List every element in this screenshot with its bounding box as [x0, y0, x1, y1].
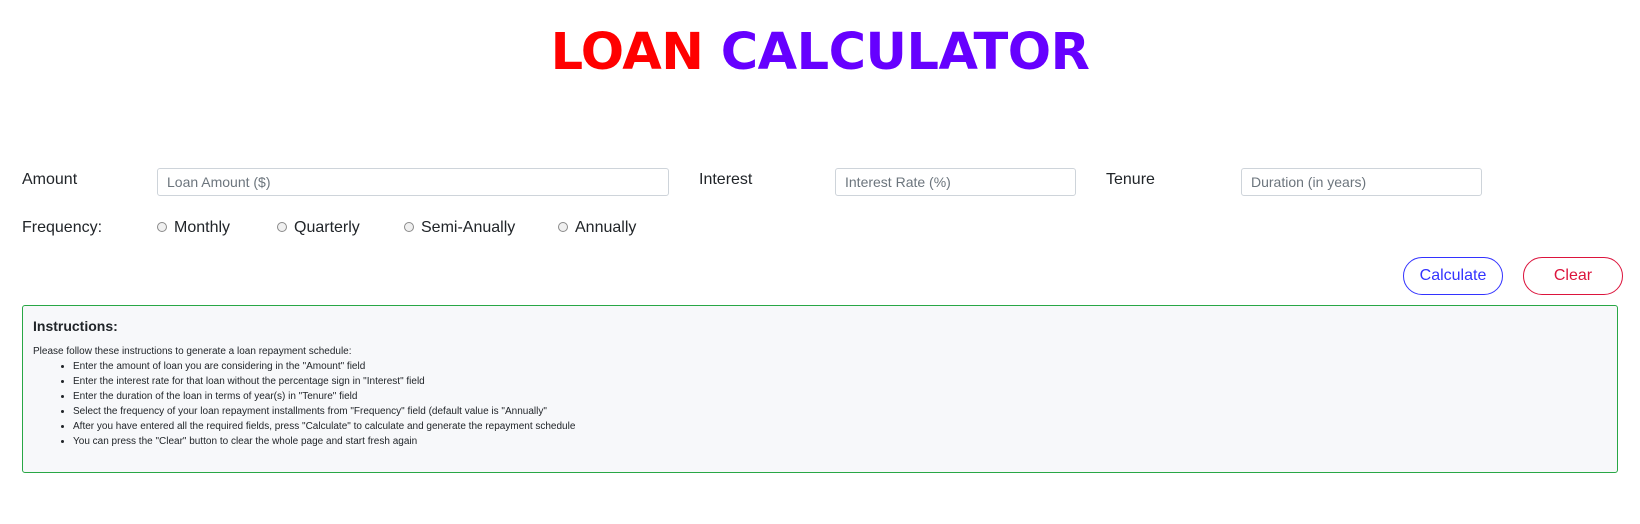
clear-button[interactable]: Clear: [1523, 257, 1623, 295]
page-title: LOAN CALCULATOR: [0, 22, 1640, 84]
list-item: After you have entered all the required …: [73, 419, 1607, 434]
radio-button-icon[interactable]: [558, 221, 568, 232]
amount-input[interactable]: [157, 168, 669, 196]
frequency-label: Frequency:: [22, 219, 103, 236]
radio-monthly-label: Monthly: [174, 219, 231, 236]
instructions-list: Enter the amount of loan you are conside…: [33, 359, 1607, 449]
tenure-label: Tenure: [1106, 171, 1155, 188]
tenure-input[interactable]: [1241, 168, 1482, 196]
interest-label: Interest: [699, 171, 753, 188]
interest-input[interactable]: [835, 168, 1076, 196]
list-item: Enter the interest rate for that loan wi…: [73, 374, 1607, 389]
radio-quarterly-label: Quarterly: [294, 219, 360, 236]
radio-button-icon[interactable]: [404, 221, 414, 232]
radio-button-icon[interactable]: [277, 221, 287, 232]
radio-monthly[interactable]: Monthly: [157, 218, 230, 238]
radio-semi-anually[interactable]: Semi-Anually: [404, 218, 515, 238]
calculate-button[interactable]: Calculate: [1403, 257, 1503, 295]
instructions-heading: Instructions:: [33, 318, 118, 334]
title-word-calculator: CALCULATOR: [720, 23, 1090, 82]
radio-annually[interactable]: Annually: [558, 218, 636, 238]
title-word-loan: LOAN: [550, 23, 704, 82]
radio-semi-anually-label: Semi-Anually: [421, 219, 516, 236]
radio-quarterly[interactable]: Quarterly: [277, 218, 360, 238]
list-item: You can press the "Clear" button to clea…: [73, 434, 1607, 449]
radio-annually-label: Annually: [575, 219, 637, 236]
list-item: Enter the amount of loan you are conside…: [73, 359, 1607, 374]
instructions-panel: Instructions: Please follow these instru…: [22, 305, 1618, 473]
amount-label: Amount: [22, 171, 78, 188]
list-item: Enter the duration of the loan in terms …: [73, 389, 1607, 404]
radio-button-icon[interactable]: [157, 221, 167, 232]
instructions-intro: Please follow these instructions to gene…: [33, 346, 352, 357]
list-item: Select the frequency of your loan repaym…: [73, 404, 1607, 419]
